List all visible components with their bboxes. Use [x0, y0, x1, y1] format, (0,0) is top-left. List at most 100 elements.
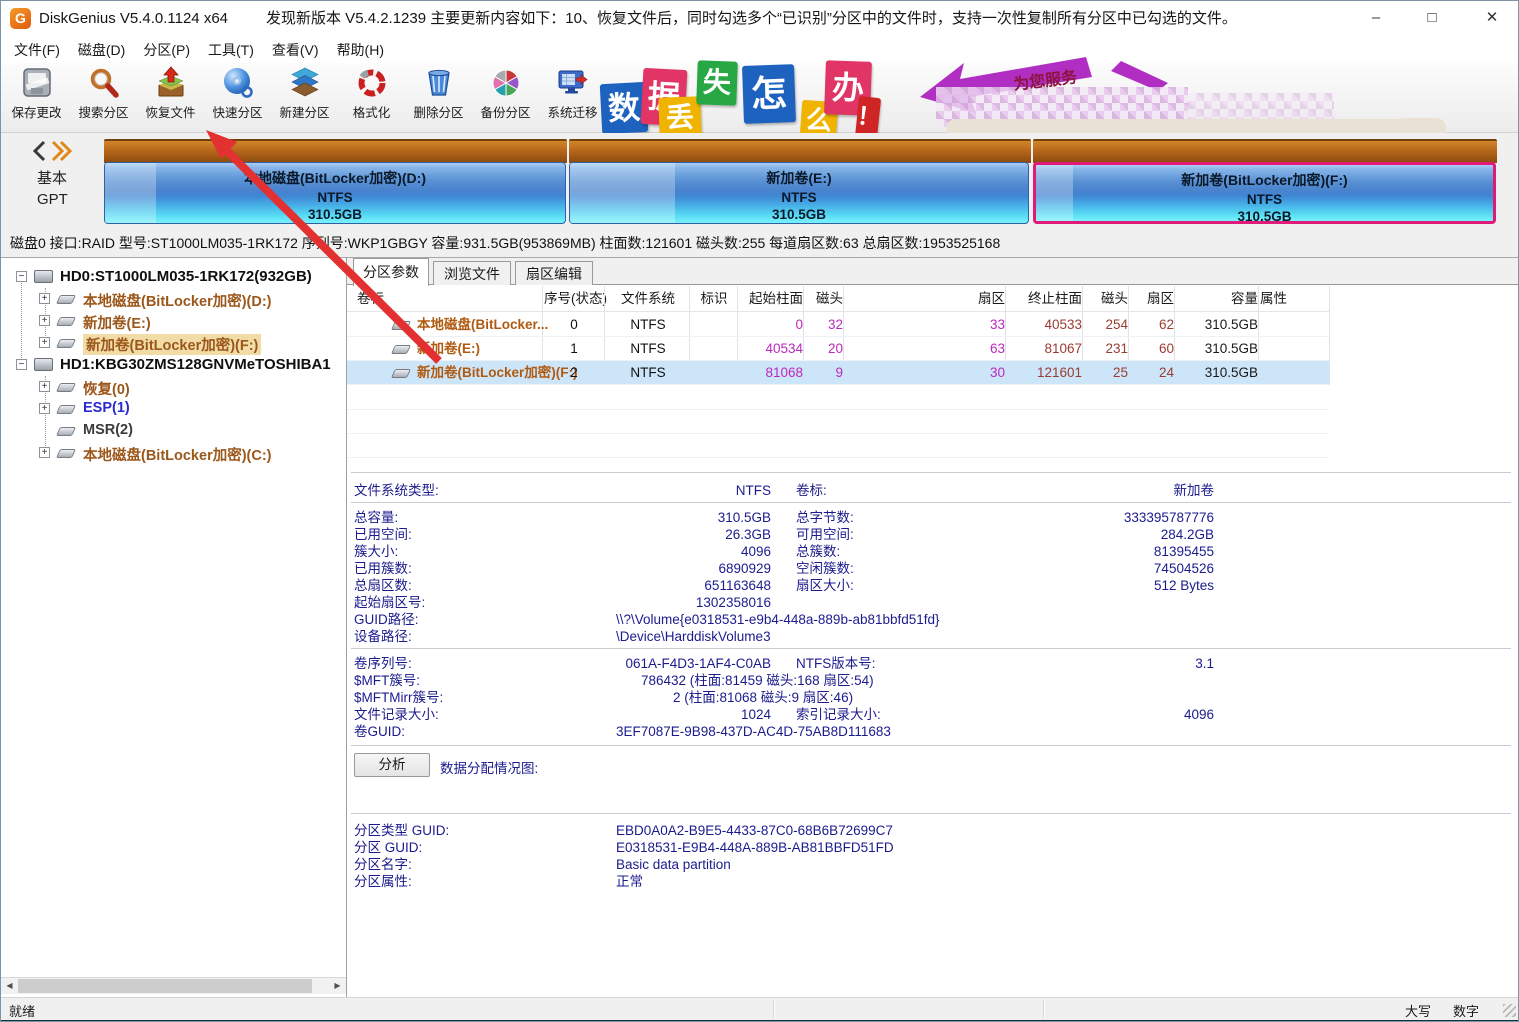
scroll-right-icon[interactable]: ▶	[329, 978, 346, 994]
toolbar-button-quick-partition[interactable]: 快速分区	[204, 63, 271, 131]
tab-strip: 分区参数 浏览文件 扇区编辑	[347, 258, 1519, 285]
column-header[interactable]: 属性	[1260, 286, 1329, 310]
detail-value: 786432 (柱面:81459 磁头:168 扇区:54)	[641, 672, 874, 689]
detail-label: NTFS版本号:	[796, 655, 876, 672]
toolbar-button-new-partition[interactable]: 新建分区	[271, 63, 338, 131]
menu-file[interactable]: 文件(F)	[5, 37, 69, 63]
tab-browse-files[interactable]: 浏览文件	[433, 261, 511, 285]
expand-icon[interactable]: +	[39, 293, 50, 304]
disk-band[interactable]	[1033, 139, 1497, 163]
disk-band[interactable]	[569, 139, 1031, 163]
expand-icon[interactable]: +	[39, 337, 50, 348]
cell-volume-name: 新加卷(E:)	[417, 337, 480, 361]
disk-tree-panel: − HD0:ST1000LM035-1RK172(932GB) + 本地磁盘(B…	[1, 258, 347, 998]
grid-lines	[347, 409, 1329, 410]
column-header[interactable]: 标识	[691, 286, 737, 310]
column-header[interactable]: 扇区	[1130, 286, 1174, 310]
tree-item-local-disk-c[interactable]: + 本地磁盘(BitLocker加密)(C:)	[1, 442, 347, 464]
tree-item-volume-f-selected[interactable]: + 新加卷(BitLocker加密)(F:)	[1, 332, 347, 354]
partition-info-row: 分区 GUID:E0318531-E9B4-448A-889B-AB81BBFD…	[347, 839, 1519, 856]
toolbar-button-search-partition[interactable]: 搜索分区	[70, 63, 137, 131]
tab-partition-parameters[interactable]: 分区参数	[353, 258, 429, 286]
cell-start-sector: 30	[845, 361, 1005, 385]
detail-label: 簇大小:	[354, 543, 398, 560]
partition-box-f-selected[interactable]: 新加卷(BitLocker加密)(F:) NTFS 310.5GB	[1033, 162, 1496, 224]
resize-grip[interactable]	[1503, 1004, 1516, 1017]
expand-icon[interactable]: +	[39, 381, 50, 392]
table-header: 卷标 序号(状态) 文件系统 标识 起始柱面 磁头 扇区 终止柱面 磁头 扇区 …	[347, 286, 1329, 312]
cell-end-sector: 62	[1130, 313, 1174, 337]
close-button[interactable]: ✕	[1469, 1, 1515, 37]
column-header[interactable]: 序号(状态)	[544, 286, 604, 310]
column-header[interactable]: 磁头	[1084, 286, 1128, 310]
column-header[interactable]: 扇区	[845, 286, 1005, 310]
detail-value: 651163648	[497, 577, 771, 594]
disk-band[interactable]	[104, 139, 567, 163]
detail-label: 设备路径:	[354, 628, 412, 645]
toolbar-button-recover-files[interactable]: 恢复文件	[137, 63, 204, 131]
save-changes-icon	[20, 66, 54, 100]
column-header[interactable]: 终止柱面	[1007, 286, 1082, 310]
tree-horizontal-scrollbar[interactable]: ◀ ▶	[1, 977, 346, 994]
detail-value: 061A-F4D3-1AF4-C0AB	[497, 655, 771, 672]
partition-info-value: EBD0A0A2-B9E5-4433-87C0-68B6B72699C7	[616, 822, 893, 839]
toolbar-button-backup-partition[interactable]: 备份分区	[472, 63, 539, 131]
detail-row: 文件记录大小:1024 索引记录大小:4096	[347, 706, 1519, 723]
expand-icon[interactable]: +	[39, 447, 50, 458]
scrollbar-thumb[interactable]	[18, 979, 312, 993]
table-row-e[interactable]: 新加卷(E:) 1 NTFS 40534 20 63 81067 231 60 …	[347, 337, 1329, 361]
detail-label: 索引记录大小:	[796, 706, 881, 723]
partition-box-e[interactable]: 新加卷(E:) NTFS 310.5GB	[569, 162, 1029, 224]
cell-end-sector: 24	[1130, 361, 1174, 385]
toolbar-button-delete-partition[interactable]: 删除分区	[405, 63, 472, 131]
partition-box-d[interactable]: 本地磁盘(BitLocker加密)(D:) NTFS 310.5GB	[104, 162, 566, 224]
tree-item-msr[interactable]: MSR(2)	[1, 420, 347, 442]
detail-row: 总容量:310.5GB 总字节数:333395787776	[347, 509, 1519, 526]
collapse-icon[interactable]: −	[16, 359, 27, 370]
minimize-button[interactable]: –	[1353, 1, 1399, 37]
expand-icon[interactable]: +	[39, 403, 50, 414]
maximize-button[interactable]: □	[1409, 1, 1455, 37]
table-row-d[interactable]: 本地磁盘(BitLocker... 0 NTFS 0 32 33 40533 2…	[347, 313, 1329, 337]
column-header[interactable]: 文件系统	[606, 286, 690, 310]
tree-item-label: 本地磁盘(BitLocker加密)(D:)	[83, 290, 272, 311]
partition-icon	[391, 321, 411, 330]
cell-index: 1	[544, 337, 604, 361]
menu-partition[interactable]: 分区(P)	[134, 37, 199, 63]
cell-start-cylinder: 0	[739, 313, 803, 337]
menu-tools[interactable]: 工具(T)	[199, 37, 263, 63]
analyze-button[interactable]: 分析	[354, 753, 430, 777]
detail-label: 卷标:	[796, 482, 827, 499]
column-header[interactable]: 起始柱面	[739, 286, 803, 310]
scroll-left-icon[interactable]: ◀	[1, 978, 18, 994]
collapse-icon[interactable]: −	[16, 271, 27, 282]
cell-end-sector: 60	[1130, 337, 1174, 361]
menu-help[interactable]: 帮助(H)	[328, 37, 393, 63]
tree-item-hd1[interactable]: − HD1:KBG30ZMS128GNVMeTOSHIBA1	[1, 354, 347, 376]
cell-attribute	[1260, 361, 1329, 385]
separator	[351, 472, 1511, 473]
expand-icon[interactable]: +	[39, 315, 50, 326]
column-header[interactable]: 容量	[1176, 286, 1258, 310]
detail-value: 3.1	[947, 655, 1214, 672]
toolbar-button-system-migration[interactable]: 系统迁移	[539, 63, 606, 131]
toolbar-button-save-changes[interactable]: 保存更改	[3, 63, 70, 131]
tree-item-recovery[interactable]: + 恢复(0)	[1, 376, 347, 398]
partition-info-value: 正常	[616, 873, 643, 890]
tree-item-volume-e[interactable]: + 新加卷(E:)	[1, 310, 347, 332]
tree-item-esp[interactable]: + ESP(1)	[1, 398, 347, 420]
partition-filesystem: NTFS	[1036, 192, 1493, 207]
menu-view[interactable]: 查看(V)	[263, 37, 328, 63]
tree-item-hd0[interactable]: − HD0:ST1000LM035-1RK172(932GB)	[1, 266, 347, 288]
table-row-f-selected[interactable]: 新加卷(BitLocker加密)(F:) 2 NTFS 81068 9 30 1…	[347, 361, 1329, 385]
column-header[interactable]: 卷标	[357, 286, 384, 310]
toolbar-label: 恢复文件	[145, 102, 195, 121]
toolbar-button-format[interactable]: 格式化	[338, 63, 405, 131]
column-header[interactable]: 磁头	[805, 286, 843, 310]
disk-nav-icons[interactable]	[31, 140, 77, 162]
tree-item-label: HD1:KBG30ZMS128GNVMeTOSHIBA1	[60, 356, 331, 373]
tab-sector-edit[interactable]: 扇区编辑	[515, 261, 593, 285]
menu-disk[interactable]: 磁盘(D)	[69, 37, 134, 63]
tree-item-local-disk-d[interactable]: + 本地磁盘(BitLocker加密)(D:)	[1, 288, 347, 310]
ad-tile: 怎	[742, 64, 796, 124]
